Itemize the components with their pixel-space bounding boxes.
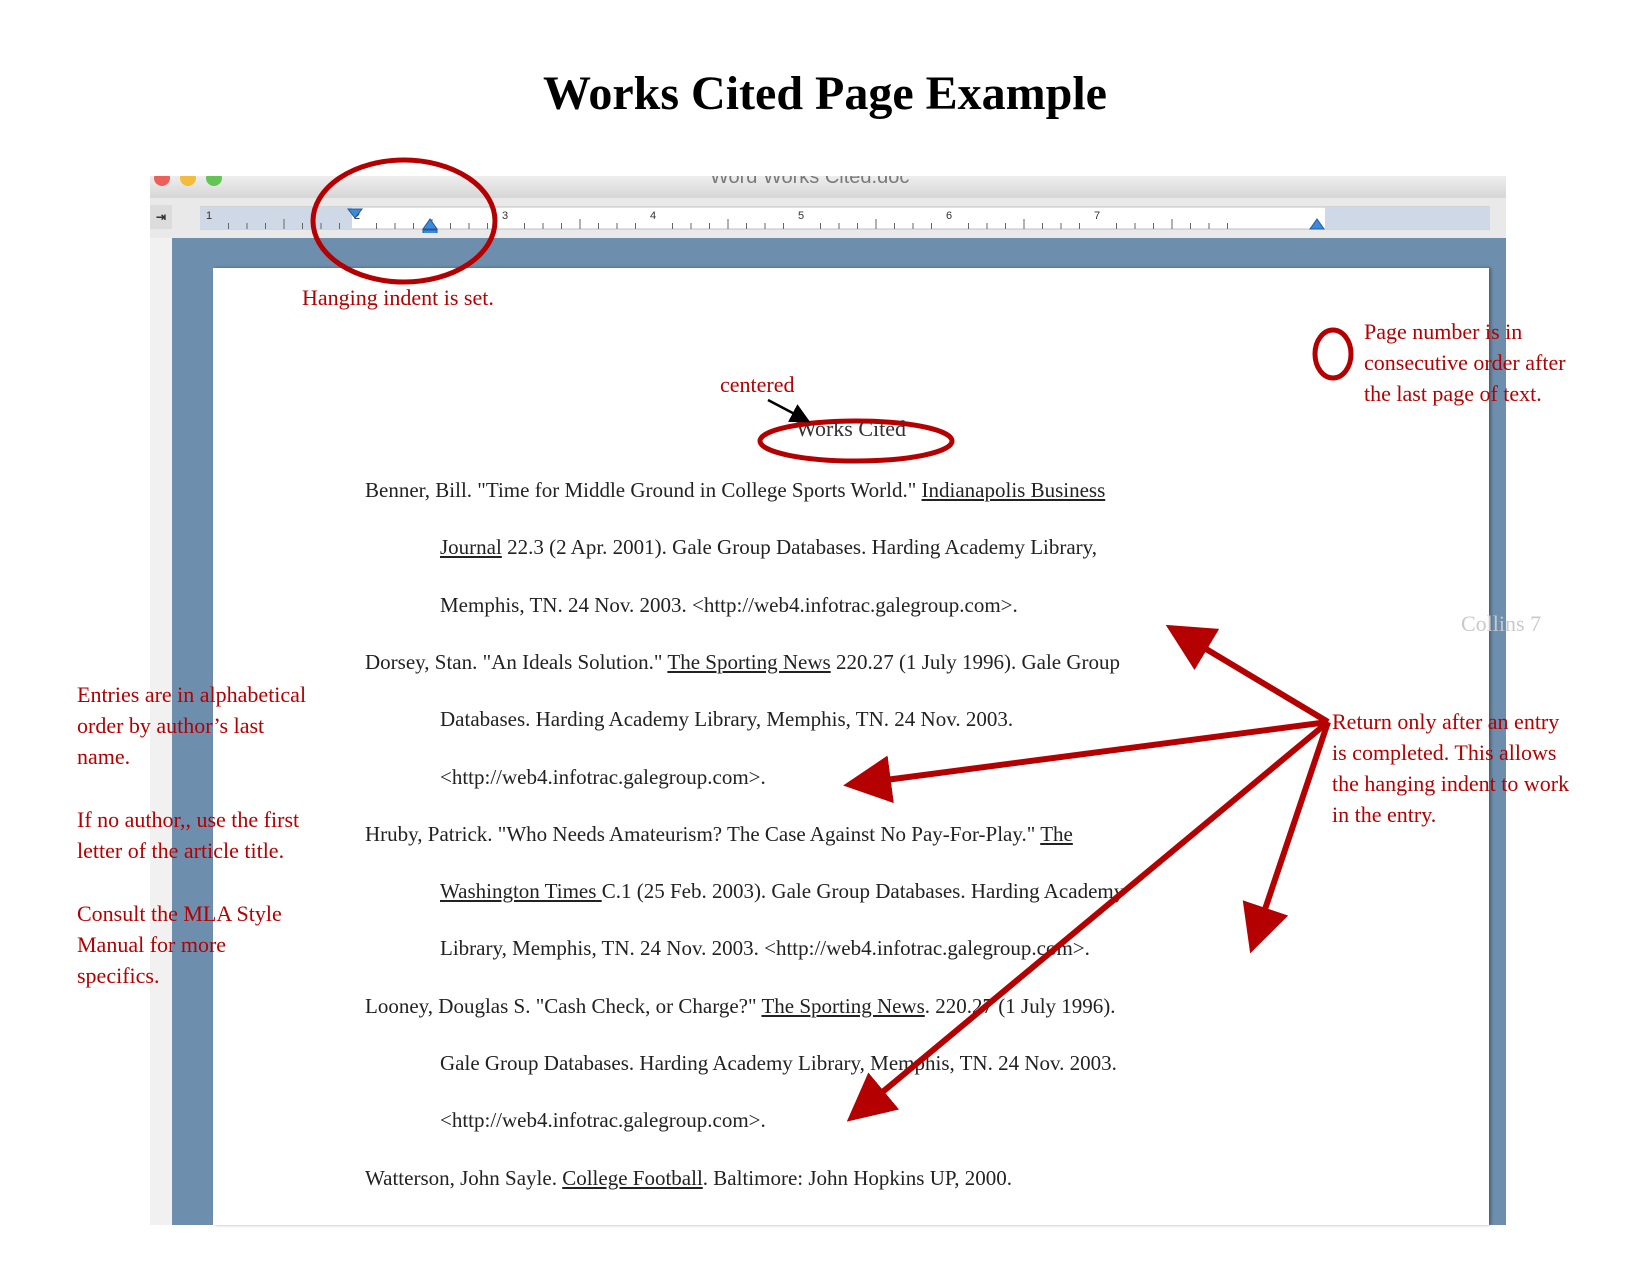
running-head: Collins 7: [1461, 611, 1542, 636]
ruler-number: 4: [650, 210, 656, 222]
close-window-icon[interactable]: [154, 176, 170, 186]
window-title: Word Works Cited.doc: [710, 176, 910, 188]
underlined-title: Indianapolis Business: [921, 478, 1106, 502]
return-entry-note: Return only after an entry is completed. …: [1332, 709, 1570, 827]
citation-line: Benner, Bill. "Time for Middle Ground in…: [365, 478, 1105, 503]
alphabetical-note: Entries are in alphabetical order by auth…: [77, 682, 307, 769]
citation-line: Hruby, Patrick. "Who Needs Amateurism? T…: [365, 822, 1073, 847]
citation-text: Looney, Douglas S. "Cash Check, or Charg…: [365, 993, 762, 1018]
citation-text: <http://web4.infotrac.galegroup.com>.: [440, 1108, 766, 1133]
citation-line: Dorsey, Stan. "An Ideals Solution." The …: [365, 650, 1120, 675]
left-margin-zone: [200, 207, 352, 229]
ruler-number: 5: [798, 210, 804, 222]
citation-text: <http://web4.infotrac.galegroup.com>.: [440, 764, 766, 789]
tab-stop-selector-icon[interactable]: ⇥: [150, 205, 172, 229]
ruler-number: 6: [946, 210, 952, 222]
hanging-indent-note: Hanging indent is set.: [302, 285, 494, 310]
citation-line: Memphis, TN. 24 Nov. 2003. <http://web4.…: [440, 593, 1018, 618]
ruler-scale[interactable]: 1234567: [200, 205, 1490, 233]
citation-line: Library, Memphis, TN. 24 Nov. 2003. <htt…: [440, 936, 1090, 961]
ruler-number: 3: [502, 210, 508, 222]
citation-text: Library, Memphis, TN. 24 Nov. 2003. <htt…: [440, 936, 1090, 961]
citation-line: Washington Times C.1 (25 Feb. 2003). Gal…: [440, 879, 1124, 904]
underlined-title: The: [1040, 821, 1073, 846]
document-page[interactable]: Collins 7 Works Cited Benner, Bill. "Tim…: [213, 268, 1541, 1225]
citation-line: Journal 22.3 (2 Apr. 2001). Gale Group D…: [440, 535, 1097, 560]
citation-text: Databases. Harding Academy Library, Memp…: [440, 707, 1014, 732]
no-author-note: If no author,, use the first letter of th…: [77, 807, 300, 863]
citation-line: Gale Group Databases. Harding Academy Li…: [440, 1051, 1117, 1076]
citation-text: Watterson, John Sayle.: [365, 1165, 563, 1190]
citation-text: . Baltimore: John Hopkins UP, 2000.: [702, 1165, 1012, 1190]
citation-text: Gale Group Databases. Harding Academy Li…: [440, 1051, 1117, 1075]
citation-text: Dorsey, Stan. "An Ideals Solution.": [365, 649, 668, 674]
page-title: Works Cited Page Example: [543, 67, 1107, 120]
right-margin-zone: [1325, 207, 1490, 229]
underlined-title: The Sporting News: [667, 649, 831, 674]
citation-text: Memphis, TN. 24 Nov. 2003. <http://web4.…: [440, 592, 1018, 617]
centered-note: centered: [720, 372, 795, 397]
citation-text: Benner, Bill. "Time for Middle Ground in…: [365, 478, 922, 502]
ruler-track: [200, 206, 1490, 230]
citation-line: <http://web4.infotrac.galegroup.com>.: [440, 765, 766, 790]
underlined-title: College Football: [562, 1165, 703, 1190]
citation-text: 220.27 (1 July 1996). Gale Group: [830, 649, 1121, 674]
citation-line: Databases. Harding Academy Library, Memp…: [440, 707, 1013, 732]
citation-text: 22.3 (2 Apr. 2001). Gale Group Databases…: [501, 535, 1098, 560]
citation-text: Hruby, Patrick. "Who Needs Amateurism? T…: [365, 821, 1041, 846]
ruler-number: 7: [1094, 210, 1100, 222]
citation-text: C.1 (25 Feb. 2003). Gale Group Databases…: [601, 879, 1125, 904]
works-cited-heading: Works Cited: [795, 416, 907, 441]
ruler-number: 1: [206, 210, 212, 222]
underlined-title: Journal: [440, 535, 502, 560]
citation-line: Watterson, John Sayle. College Football.…: [365, 1166, 1012, 1191]
underlined-title: Washington Times: [440, 879, 602, 904]
citation-line: <http://web4.infotrac.galegroup.com>.: [440, 1108, 766, 1133]
window-titlebar: Word Works Cited.doc: [150, 176, 1506, 198]
consult-manual-note: Consult the MLA Style Manual for more spec…: [77, 901, 282, 988]
citation-line: Looney, Douglas S. "Cash Check, or Charg…: [365, 994, 1116, 1019]
zoom-window-icon[interactable]: [206, 176, 222, 186]
underlined-title: The Sporting News: [761, 993, 925, 1018]
page-number-note: Page number is in consecutive order after…: [1364, 319, 1566, 406]
minimize-window-icon[interactable]: [180, 176, 196, 186]
citation-text: . 220.27 (1 July 1996).: [924, 993, 1116, 1018]
